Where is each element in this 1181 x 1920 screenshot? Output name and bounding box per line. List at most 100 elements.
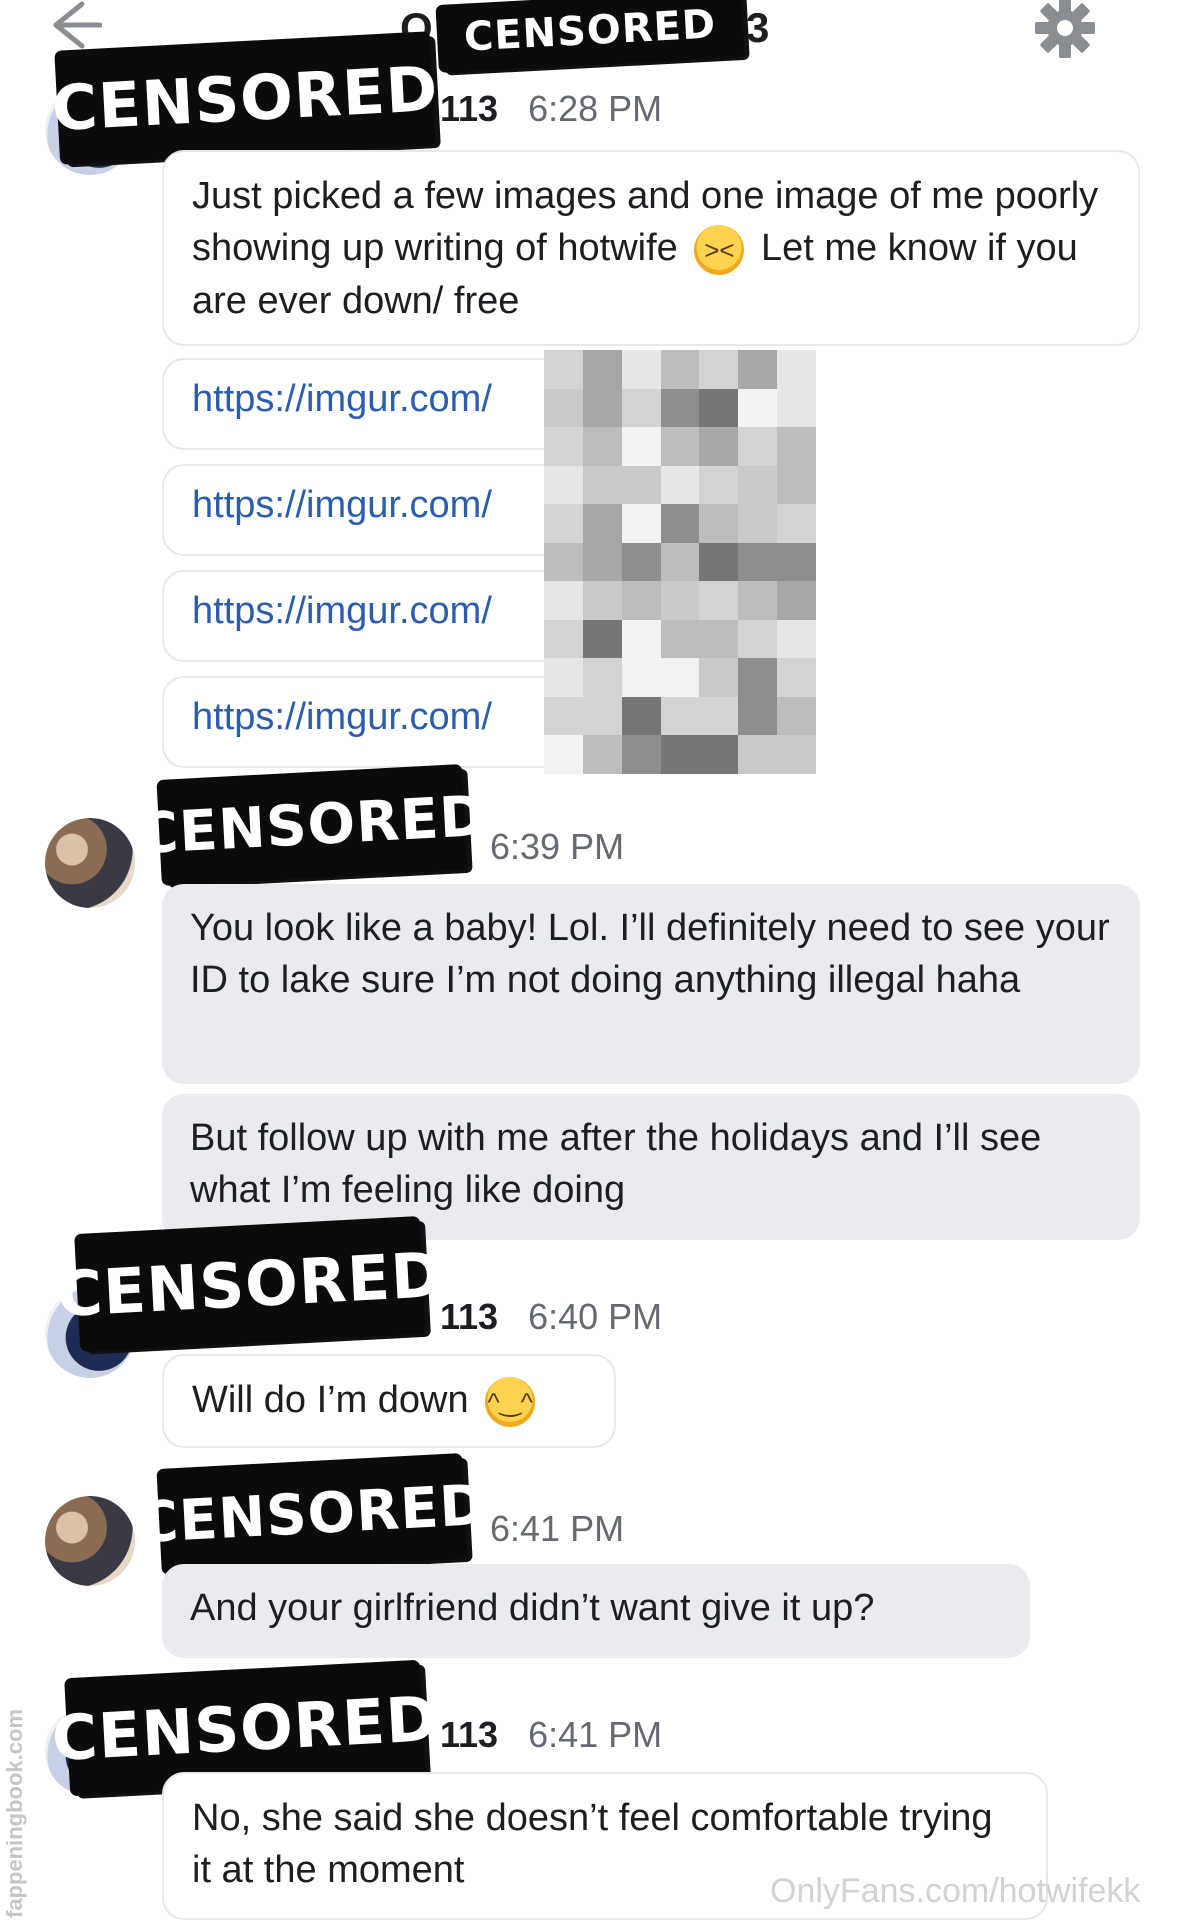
censored-bar: CENSORED xyxy=(136,1456,488,1572)
message-meta: 113 6:40 PM xyxy=(440,1296,662,1338)
message-text: Will do I’m down xyxy=(192,1379,469,1421)
link-text[interactable]: https://imgur.com/ xyxy=(192,590,492,632)
mosaic-cell xyxy=(660,427,700,466)
arrow-left-icon[interactable] xyxy=(42,0,102,50)
mosaic-cell xyxy=(544,581,583,620)
mosaic-cell xyxy=(660,504,700,543)
mosaic-cell xyxy=(582,542,622,582)
mosaic-cell xyxy=(699,388,739,428)
mosaic-cell xyxy=(777,504,816,543)
mosaic-cell xyxy=(699,619,739,659)
mosaic-cell xyxy=(660,350,700,389)
mosaic-cell xyxy=(660,542,700,582)
message-bubble: Will do I’m down ^‿^ xyxy=(162,1354,616,1448)
mosaic-cell xyxy=(738,581,778,620)
mosaic-cell xyxy=(621,388,661,428)
sender-name-suffix: 113 xyxy=(440,88,499,129)
mosaic-cell xyxy=(582,350,622,389)
mosaic-cell xyxy=(621,658,661,697)
message-text: And your girlfriend didn’t want give it … xyxy=(190,1587,875,1629)
link-card[interactable]: https://imgur.com/ xyxy=(162,676,602,768)
mosaic-cell xyxy=(777,735,816,774)
mosaic-cell xyxy=(621,542,661,582)
mosaic-cell xyxy=(699,465,739,505)
mosaic-cell xyxy=(660,658,700,697)
mosaic-cell xyxy=(621,427,661,466)
censored-bar: CENSORED xyxy=(438,0,742,70)
link-card[interactable]: https://imgur.com/ xyxy=(162,358,602,450)
mosaic-cell xyxy=(699,504,739,543)
message-meta: 113 6:41 PM xyxy=(440,1714,662,1756)
mosaic-cell xyxy=(777,581,816,620)
mosaic-cell xyxy=(544,465,583,505)
mosaic-cell xyxy=(660,388,700,428)
timestamp: 6:39 PM xyxy=(490,826,625,867)
mosaic-cell xyxy=(582,427,622,466)
mosaic-cell xyxy=(621,619,661,659)
avatar[interactable] xyxy=(45,1496,135,1586)
mosaic-cell xyxy=(699,350,739,389)
mosaic-cell xyxy=(699,542,739,582)
mosaic-cell xyxy=(699,658,739,697)
mosaic-cell xyxy=(544,619,583,659)
link-text[interactable]: https://imgur.com/ xyxy=(192,696,492,738)
mosaic-cell xyxy=(777,388,816,428)
mosaic-cell xyxy=(777,696,816,736)
mosaic-cell xyxy=(582,696,622,736)
mosaic-cell xyxy=(582,658,622,697)
mosaic-cell xyxy=(738,504,778,543)
mosaic-cell xyxy=(582,504,622,543)
mosaic-cell xyxy=(777,427,816,466)
mosaic-cell xyxy=(544,388,583,428)
timestamp: 6:41 PM xyxy=(490,1508,625,1549)
mosaic-cell xyxy=(699,581,739,620)
mosaic-cell xyxy=(738,696,778,736)
mosaic-cell xyxy=(738,427,778,466)
mosaic-cell xyxy=(582,619,622,659)
mosaic-cell xyxy=(777,619,816,659)
link-text[interactable]: https://imgur.com/ xyxy=(192,484,492,526)
mosaic-cell xyxy=(738,350,778,389)
gear-icon[interactable] xyxy=(1030,0,1100,62)
mosaic-cell xyxy=(660,735,700,774)
mosaic-cell xyxy=(544,658,583,697)
mosaic-cell xyxy=(582,735,622,774)
mosaic-cell xyxy=(621,350,661,389)
bottom-watermark: OnlyFans.com/hotwifekk xyxy=(770,1872,1141,1910)
message-meta: 113 6:28 PM xyxy=(440,88,662,130)
mosaic-cell xyxy=(777,465,816,505)
message-bubble: You look like a baby! Lol. I’ll definite… xyxy=(162,884,1140,1084)
message-text: But follow up with me after the holidays… xyxy=(190,1117,1042,1211)
mosaic-cell xyxy=(621,735,661,774)
avatar[interactable] xyxy=(45,818,135,908)
mosaic-cell xyxy=(544,427,583,466)
censored-bar: CENSORED xyxy=(136,767,488,883)
censored-bar: CENSORED xyxy=(50,34,440,162)
pixelated-redaction xyxy=(544,350,816,774)
conversation-title-end: 3 xyxy=(746,4,770,51)
mosaic-cell xyxy=(582,465,622,505)
mosaic-cell xyxy=(660,696,700,736)
mosaic-cell xyxy=(660,619,700,659)
link-card[interactable]: https://imgur.com/ xyxy=(162,570,602,662)
message-bubble: And your girlfriend didn’t want give it … xyxy=(162,1564,1030,1658)
mosaic-cell xyxy=(777,350,816,389)
mosaic-cell xyxy=(621,581,661,620)
mosaic-cell xyxy=(699,696,739,736)
sender-name-suffix: 113 xyxy=(440,1296,499,1337)
link-text[interactable]: https://imgur.com/ xyxy=(192,378,492,420)
message-text: You look like a baby! Lol. I’ll definite… xyxy=(190,907,1110,1001)
timestamp: 6:41 PM xyxy=(528,1714,663,1755)
link-card[interactable]: https://imgur.com/ xyxy=(162,464,602,556)
mosaic-cell xyxy=(738,658,778,697)
mosaic-cell xyxy=(660,581,700,620)
mosaic-cell xyxy=(544,504,583,543)
mosaic-cell xyxy=(738,619,778,659)
mosaic-cell xyxy=(738,465,778,505)
mosaic-cell xyxy=(621,504,661,543)
mosaic-cell xyxy=(544,542,583,582)
sender-name-suffix: 113 xyxy=(440,1714,499,1755)
side-watermark: fappeningbook.com xyxy=(2,1709,27,1918)
mosaic-cell xyxy=(738,388,778,428)
mosaic-cell xyxy=(699,427,739,466)
